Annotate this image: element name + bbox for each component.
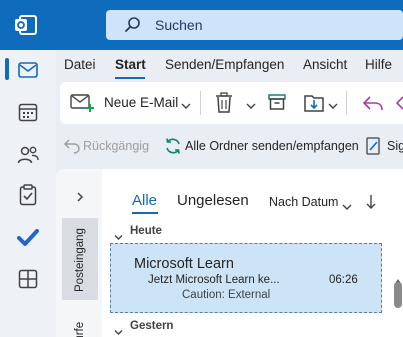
mail-icon[interactable] [14,56,42,84]
content-pane: Posteingang würfe Alle Ungelesen Nach Da… [56,169,403,337]
tab-all[interactable]: Alle [132,192,157,209]
undo-button[interactable]: Rückgängig [83,139,149,153]
message-preview: Caution: External [182,289,271,301]
signature-button[interactable]: Sig [387,139,403,153]
menu-hilfe[interactable]: Hilfe [365,57,392,72]
title-bar: Suchen [0,0,403,50]
message-row[interactable]: Microsoft Learn Jetzt Microsoft Learn ke… [110,243,382,313]
sort-direction-icon[interactable] [366,194,376,215]
menu-start[interactable]: Start [115,57,146,72]
menu-senden-empfangen[interactable]: Senden/Empfangen [165,57,284,72]
new-mail-button[interactable] [70,93,96,113]
chevron-down-icon[interactable] [342,198,352,216]
menu-datei[interactable]: Datei [64,57,96,72]
todo-icon[interactable] [14,224,42,252]
delete-icon[interactable] [215,92,233,119]
message-list: Alle Ungelesen Nach Datum Heute Microsof… [102,169,403,337]
signature-icon[interactable] [366,137,382,160]
group-header-today[interactable]: Heute [130,225,162,237]
chevron-down-icon[interactable] [181,97,191,115]
reply-icon[interactable] [362,94,384,117]
sort-dropdown[interactable]: Nach Datum [269,195,338,209]
ribbon: Neue E-Mail [60,82,403,124]
send-receive-all-button[interactable]: Alle Ordner senden/empfangen [185,139,359,153]
tasks-icon[interactable] [14,181,42,209]
new-mail-label[interactable]: Neue E-Mail [104,95,178,110]
send-receive-icon[interactable] [164,137,182,160]
apps-icon[interactable] [14,265,42,293]
message-subject: Jetzt Microsoft Learn ke... [148,274,280,286]
tab-unread[interactable]: Ungelesen [177,192,249,209]
chevron-down-icon[interactable] [114,323,123,337]
main-surface: Datei Start Senden/Empfangen Ansicht Hil… [56,50,403,337]
chevron-down-icon[interactable] [246,97,256,115]
ribbon-divider [200,91,201,115]
outlook-logo-icon [14,14,38,36]
expand-chevron-icon[interactable] [76,189,84,207]
folder-tab-drafts[interactable]: würfe [62,304,98,337]
scrollbar[interactable] [392,169,403,337]
message-time: 06:26 [329,274,358,286]
calendar-icon[interactable] [14,98,42,126]
app-rail [0,50,56,337]
search-icon [124,16,142,34]
group-header-yesterday[interactable]: Gestern [130,320,173,332]
message-sender: Microsoft Learn [134,256,234,272]
reply-all-icon[interactable] [395,94,403,112]
rail-active-indicator [5,58,9,80]
move-to-folder-icon[interactable] [304,93,326,118]
scroll-thumb[interactable] [394,282,402,308]
undo-icon[interactable] [64,138,80,159]
folder-tab-inbox[interactable]: Posteingang [62,218,98,300]
ribbon-divider [346,91,347,115]
folder-inbox-label: Posteingang [74,228,86,292]
folder-drafts-label: würfe [74,321,86,337]
search-input[interactable]: Suchen [155,17,202,33]
chevron-down-icon[interactable] [328,97,338,115]
archive-icon[interactable] [268,94,286,115]
tab-active-underline [132,212,158,214]
menu-active-underline [115,77,145,79]
menu-ansicht[interactable]: Ansicht [303,57,347,72]
search-box[interactable]: Suchen [106,10,403,40]
people-icon[interactable] [14,141,42,169]
